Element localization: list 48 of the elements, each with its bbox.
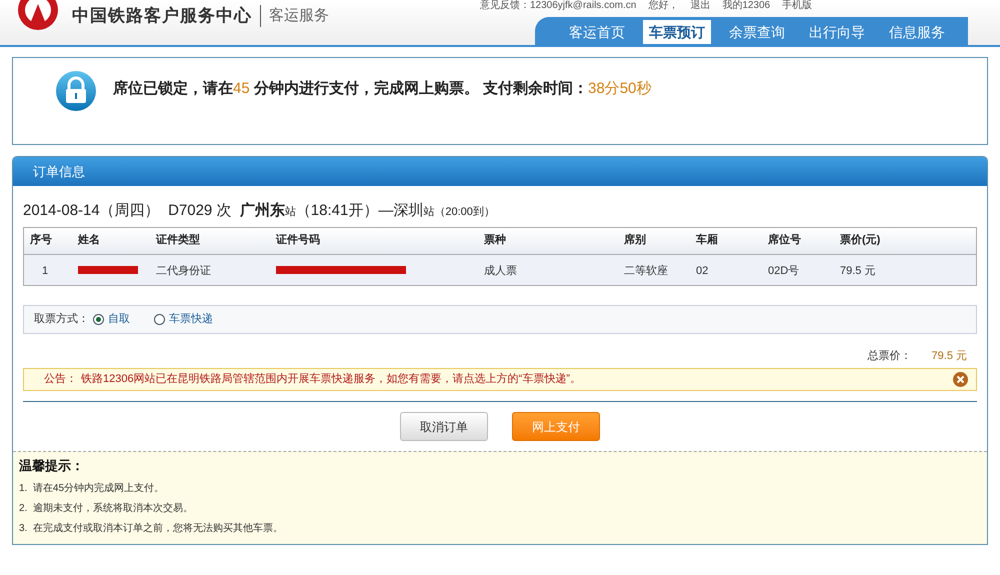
top-link[interactable]: 退出 xyxy=(690,0,710,13)
close-icon[interactable] xyxy=(953,372,968,387)
top-link[interactable]: 我的12306 xyxy=(722,0,770,13)
table-cell: 02D号 xyxy=(768,264,800,276)
table-cell: 79.5 元 xyxy=(840,264,876,276)
lock-icon xyxy=(55,70,97,112)
table-cell: 成人票 xyxy=(484,264,517,276)
column-header: 票价(元) xyxy=(840,233,882,248)
tip-item: 3. 在完成支付或取消本订单之前，您将无法购买其他车票。 xyxy=(19,522,284,536)
column-header: 席位号 xyxy=(768,232,802,248)
column-header: 票种 xyxy=(484,232,507,248)
column-header: 姓名 xyxy=(78,232,101,248)
nav-tab[interactable]: 客运首页 xyxy=(563,20,631,44)
table-cell: 1 xyxy=(42,264,48,276)
section-title: 客运服务 xyxy=(260,4,329,27)
radio-button[interactable] xyxy=(154,314,165,324)
column-header: 序号 xyxy=(30,232,53,248)
column-header: 席别 xyxy=(624,232,647,248)
radio-label[interactable]: 车票快递 xyxy=(169,310,213,328)
column-header: 证件号码 xyxy=(276,233,321,248)
nav-tab[interactable]: 信息服务 xyxy=(883,20,951,44)
trip-summary: 2014-08-14（周四） D7029 次 广州东站（18:41开）—深圳站（20:00到） xyxy=(23,201,496,221)
announcement-label: 公告： xyxy=(44,372,77,388)
radio-label[interactable]: 自取 xyxy=(108,310,130,328)
site-title: 中国铁路客户服务中心 xyxy=(72,5,252,27)
radio-button[interactable] xyxy=(93,314,104,324)
nav-tab[interactable]: 车票预订 xyxy=(643,20,711,44)
table-cell: 二代身份证 xyxy=(156,264,211,276)
top-link[interactable]: 您好， xyxy=(648,0,678,13)
lock-message: 席位已锁定，请在45 分钟内进行支付，完成网上购票。 支付剩余时间：38分50秒 xyxy=(113,79,652,99)
tips-title: 温馨提示： xyxy=(19,457,85,475)
nav-tab[interactable]: 出行向导 xyxy=(803,20,871,44)
table-cell: 02 xyxy=(696,264,708,276)
cancel-button[interactable]: 取消订单 xyxy=(400,412,488,441)
tip-item: 2. 逾期未支付，系统将取消本次交易。 xyxy=(19,502,194,516)
top-link[interactable]: 手机版 xyxy=(782,0,812,13)
panel-title: 订单信息 xyxy=(33,162,85,181)
tip-item: 1. 请在45分钟内完成网上支付。 xyxy=(19,482,166,496)
column-header: 车厢 xyxy=(696,232,719,248)
redaction-mark xyxy=(78,266,138,274)
pickup-label: 取票方式： xyxy=(34,312,89,327)
top-link[interactable]: 意见反馈：12306yjfk@rails.com.cn xyxy=(480,0,636,13)
total-price: 79.5 元 xyxy=(932,348,967,364)
total-label: 总票价： xyxy=(868,348,912,364)
column-header: 证件类型 xyxy=(156,232,201,248)
table-cell: 二等软座 xyxy=(624,264,668,276)
announcement-text: 铁路12306网站已在昆明铁路局管辖范围内开展车票快递服务，如您有需要，请点选上方的“车票快递”。 xyxy=(81,372,582,388)
nav-tab[interactable]: 余票查询 xyxy=(723,20,791,44)
